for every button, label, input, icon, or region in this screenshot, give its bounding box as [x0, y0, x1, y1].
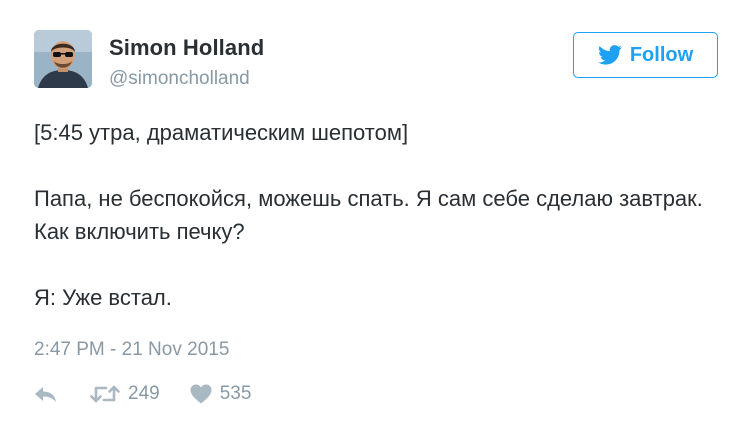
reply-icon [35, 387, 56, 402]
retweet-count: 249 [128, 383, 160, 404]
tweet-line: [5:45 утра, драматическим шепотом] [34, 120, 409, 145]
follow-button[interactable]: Follow [573, 32, 718, 78]
avatar[interactable] [34, 30, 92, 88]
tweet-line: Папа, не беспокойся, можешь спать. Я сам… [34, 186, 703, 244]
like-button[interactable]: 535 [190, 383, 252, 405]
heart-icon [190, 384, 212, 404]
retweet-icon [90, 385, 120, 403]
tweet-card: Simon Holland @simoncholland Follow [5:4… [0, 0, 750, 434]
retweet-button[interactable]: 249 [90, 383, 160, 405]
tweet-line: Я: Уже встал. [34, 285, 172, 310]
user-handle[interactable]: @simoncholland [109, 68, 250, 90]
like-count: 535 [219, 383, 252, 404]
tweet-timestamp[interactable]: 2:47 PM - 21 Nov 2015 [34, 339, 229, 361]
tweet-actions: 249 535 [34, 380, 251, 408]
user-name[interactable]: Simon Holland [109, 35, 264, 61]
reply-button[interactable] [34, 384, 58, 404]
twitter-bird-icon [597, 45, 622, 65]
tweet-text: [5:45 утра, драматическим шепотом] Папа,… [34, 116, 724, 314]
follow-button-label: Follow [629, 43, 694, 66]
